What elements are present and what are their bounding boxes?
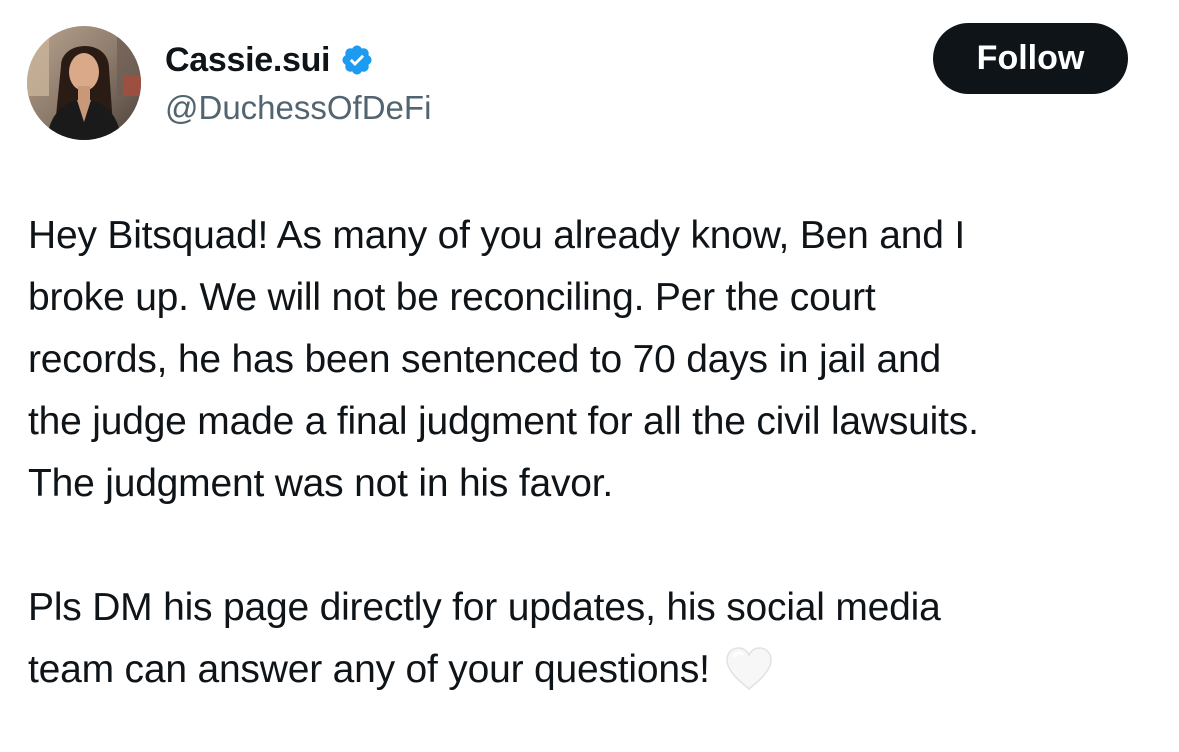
tweet-line: the judge made a final judgment for all … — [28, 400, 979, 443]
user-handle[interactable]: @DuchessOfDeFi — [165, 89, 431, 127]
tweet-line: broke up. We will not be reconciling. Pe… — [28, 276, 876, 319]
tweet-line: Hey Bitsquad! As many of you already kno… — [28, 214, 965, 257]
tweet-line-text: team can answer any of your questions! — [28, 648, 710, 691]
tweet-card: Cassie.sui @DuchessOfDeFi Follow Hey Bit… — [0, 0, 1179, 752]
tweet-paragraph: Pls DM his page directly for updates, hi… — [28, 577, 1168, 701]
tweet-line: records, he has been sentenced to 70 day… — [28, 338, 942, 381]
tweet-line-with-emoji: team can answer any of your questions! — [28, 639, 1168, 701]
follow-button[interactable]: Follow — [933, 23, 1128, 94]
tweet-paragraph: Hey Bitsquad! As many of you already kno… — [28, 205, 1168, 515]
display-name[interactable]: Cassie.sui — [165, 41, 331, 80]
author-info: Cassie.sui @DuchessOfDeFi — [165, 40, 431, 127]
tweet-line: Pls DM his page directly for updates, hi… — [28, 586, 941, 629]
white-heart-icon — [724, 646, 774, 692]
display-name-row: Cassie.sui — [165, 40, 431, 80]
verified-badge-icon[interactable] — [340, 43, 374, 77]
tweet-text: Hey Bitsquad! As many of you already kno… — [28, 205, 1168, 701]
avatar[interactable] — [27, 26, 141, 140]
avatar-photo — [27, 26, 141, 140]
tweet-line: The judgment was not in his favor. — [28, 462, 614, 505]
